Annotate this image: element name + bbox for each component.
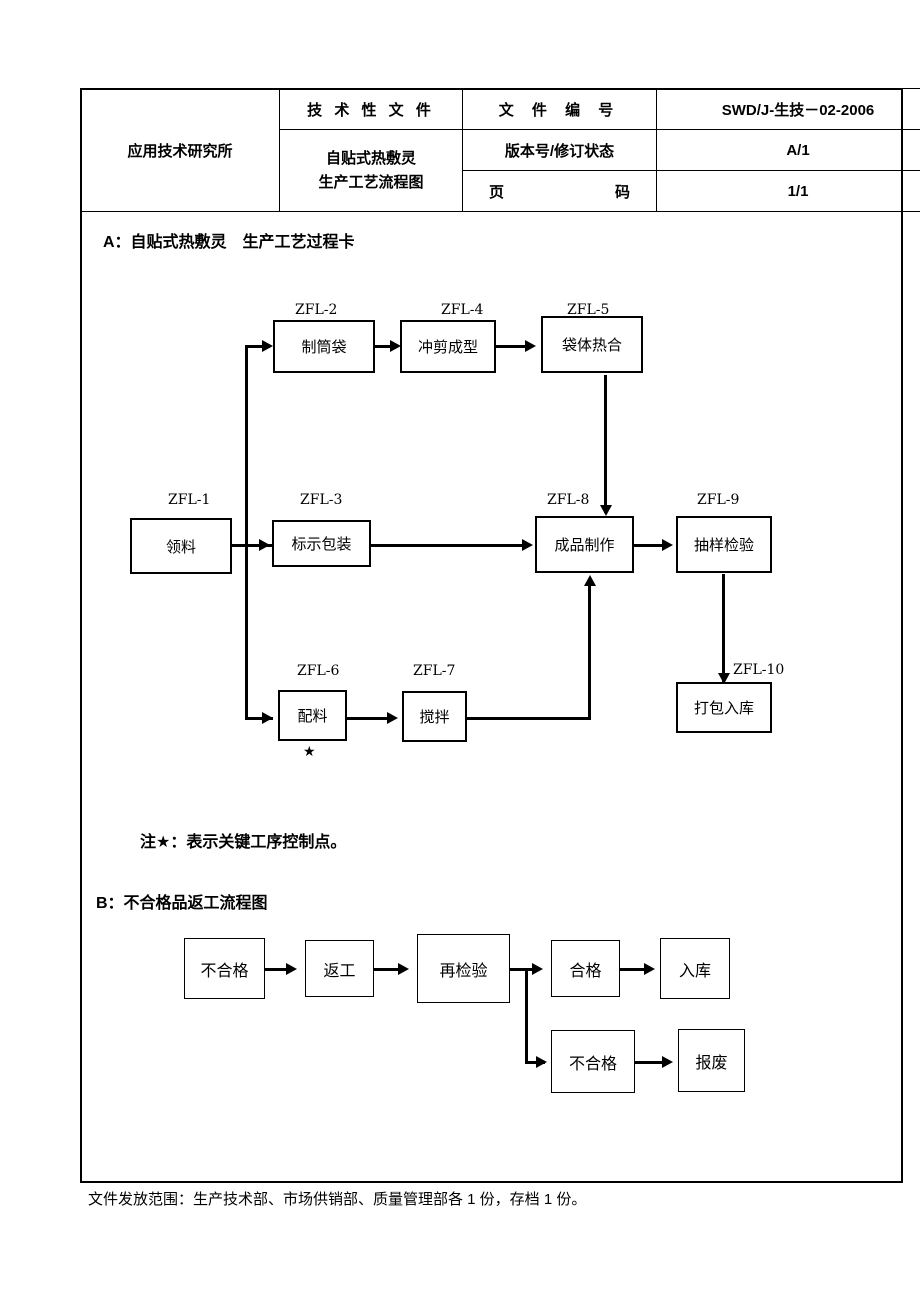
tag-zfl-2: ZFL-2 [295, 302, 338, 318]
node-b-buhege-2: 不合格 [551, 1030, 635, 1093]
document-frame [80, 88, 903, 1183]
node-daitirehe-label: 袋体热合 [561, 336, 622, 354]
node-zhitongdai: 制筒袋 [273, 320, 375, 373]
arrow-trunk-to-peiliao [262, 712, 273, 724]
node-b-hege: 合格 [551, 940, 620, 997]
tag-zfl-9: ZFL-9 [697, 492, 740, 508]
node-biaoshibaozhuang: 标示包装 [272, 520, 371, 567]
node-dabaoruku: 打包入库 [676, 682, 772, 733]
arrow-trunk-to-zhitongdai [262, 340, 273, 352]
node-b-baofei: 报废 [678, 1029, 745, 1092]
key-control-star-marker: ★ [303, 743, 316, 759]
header-doc-name-line2: 生产工艺流程图 [318, 173, 424, 191]
tag-zfl-1: ZFL-1 [168, 492, 211, 508]
section-a-note: 注★：表示关键工序控制点。 [140, 834, 347, 851]
node-zhitongdai-label: 制筒袋 [301, 338, 347, 356]
node-peiliao: 配料 [278, 690, 347, 741]
document-page: 应用技术研究所 技 术 性 文 件 文 件 编 号 SWD/J-生技－02-20… [0, 0, 920, 1302]
tag-zfl-3: ZFL-3 [300, 492, 343, 508]
header-version-value: A/1 [656, 129, 920, 171]
node-b-hege-label: 合格 [569, 960, 602, 980]
header-page-label-right: 码 [614, 183, 630, 201]
header-doc-number-label: 文 件 编 号 [462, 88, 657, 130]
header-doc-type: 技 术 性 文 件 [279, 88, 463, 130]
arrow-b-branch-to-buhege2 [536, 1056, 547, 1068]
node-b-fangong-label: 返工 [323, 960, 356, 980]
connector-daiti-to-chengpin [604, 375, 607, 513]
header-doc-name-line1: 自贴式热敷灵 [325, 150, 416, 168]
header-doc-name: 自贴式热敷灵 生产工艺流程图 [279, 129, 463, 212]
node-b-baofei-label: 报废 [695, 1052, 728, 1072]
node-b-fangong: 返工 [305, 940, 374, 997]
section-b-title: B：不合格品返工流程图 [96, 895, 268, 912]
node-chouyangjianyan-label: 抽样检验 [693, 536, 754, 554]
node-chongjianchengxing: 冲剪成型 [400, 320, 496, 373]
connector-jiaoban-up [588, 586, 591, 720]
arrow-b-zaijianyan-to-hege [532, 963, 543, 975]
connector-b-branch-vertical [525, 968, 528, 1063]
header-page-label: 页 码 [462, 170, 657, 212]
connector-biaoshi-to-chengpin [371, 544, 529, 547]
node-lingliao: 领料 [130, 518, 232, 574]
arrow-biaoshi-to-chengpin [522, 539, 533, 551]
tag-zfl-7: ZFL-7 [413, 663, 456, 679]
document-header-table: 应用技术研究所 技 术 性 文 件 文 件 编 号 SWD/J-生技－02-20… [80, 88, 920, 212]
node-b-buhege-label: 不合格 [200, 960, 249, 980]
arrow-daiti-to-chengpin [600, 505, 612, 516]
section-a-title: A：自贴式热敷灵 生产工艺过程卡 [103, 234, 355, 251]
node-chouyangjianyan: 抽样检验 [676, 516, 772, 573]
node-b-buhege-2-label: 不合格 [568, 1053, 617, 1073]
node-daitirehe: 袋体热合 [541, 316, 643, 373]
node-b-zaijianyan-label: 再检验 [439, 960, 488, 980]
arrow-trunk-to-biaoshibaozhuang [259, 539, 270, 551]
node-chongjianchengxing-label: 冲剪成型 [417, 338, 478, 356]
node-b-ruku-label: 入库 [678, 960, 711, 980]
node-b-ruku: 入库 [660, 938, 730, 999]
node-peiliao-label: 配料 [297, 707, 328, 725]
header-doc-number-value: SWD/J-生技－02-2006 [656, 88, 920, 130]
arrow-b-hege-to-ruku [644, 963, 655, 975]
arrow-chongjian-to-daiti [525, 340, 536, 352]
node-chengpinzhizuo-label: 成品制作 [554, 536, 615, 554]
node-dabaoruku-label: 打包入库 [693, 699, 754, 717]
node-b-buhege: 不合格 [184, 938, 265, 999]
connector-trunk-vertical [245, 345, 248, 720]
header-page-label-left: 页 [489, 183, 505, 201]
header-version-label: 版本号/修订状态 [462, 129, 657, 171]
node-jiaoban: 搅拌 [402, 691, 467, 742]
tag-zfl-10: ZFL-10 [733, 662, 785, 678]
arrow-b-buhege2-to-baofei [662, 1056, 673, 1068]
arrow-b-fangong-to-zaijianyan [398, 963, 409, 975]
tag-zfl-8: ZFL-8 [547, 492, 590, 508]
tag-zfl-6: ZFL-6 [297, 663, 340, 679]
header-organization: 应用技术研究所 [80, 88, 280, 212]
node-biaoshibaozhuang-label: 标示包装 [291, 535, 352, 553]
header-page-value: 1/1 [656, 170, 920, 212]
node-b-zaijianyan: 再检验 [417, 934, 510, 1003]
connector-jiaoban-right [467, 717, 591, 720]
arrow-chengpin-to-chouyang [662, 539, 673, 551]
footer-distribution-note: 文件发放范围：生产技术部、市场供销部、质量管理部各 1 份，存档 1 份。 [88, 1191, 587, 1208]
node-jiaoban-label: 搅拌 [419, 708, 450, 726]
connector-chouyang-to-dabao [722, 574, 725, 682]
arrow-b-buhege-to-fangong [286, 963, 297, 975]
node-chengpinzhizuo: 成品制作 [535, 516, 634, 573]
node-lingliao-label: 领料 [165, 537, 196, 556]
arrow-jiaoban-to-chengpin [584, 575, 596, 586]
arrow-peiliao-to-jiaoban [387, 712, 398, 724]
tag-zfl-4: ZFL-4 [441, 302, 484, 318]
